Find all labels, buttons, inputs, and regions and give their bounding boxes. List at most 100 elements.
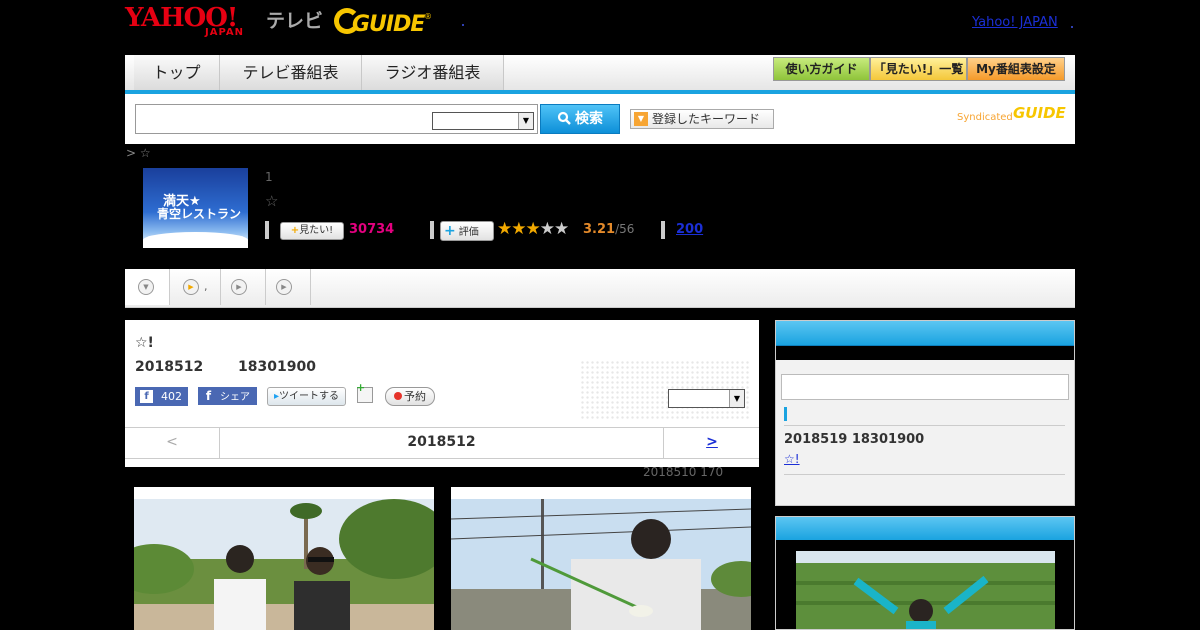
tab-episodes-label: , [204,280,208,293]
search-category-select[interactable]: ▼ [432,112,534,130]
tab-episodes[interactable]: ▶ , [170,269,221,305]
gguide-logo[interactable]: GUIDE [352,12,425,37]
rate-label: 評価 [458,227,479,238]
tab-overview[interactable]: ▼ [125,269,170,305]
play-icon: ▶ [276,279,292,295]
chevron-down-icon: ▼ [138,279,154,295]
update-info: 2018510 170 [643,465,724,479]
rating-value: 3.21 [583,222,616,237]
review-count-link[interactable]: 200 [676,222,703,237]
plus-icon: + [444,223,456,239]
program-tabs: ▼ ▶ , ▶ ▶ [125,269,1075,308]
tab-related[interactable]: ▶ [266,269,311,305]
watchlist-button[interactable]: 「見たい!」一覧 [870,57,967,81]
registered-keywords-button[interactable]: ▼ 登録したキーワード [630,109,774,129]
guide-button[interactable]: 使い方ガイド [773,57,870,81]
dropdown-arrow-icon: ▼ [518,113,533,129]
facebook-icon: f [205,389,212,403]
rating-count: /56 [615,222,635,236]
next-broadcast-box: 2018519 18301900 ☆! [775,320,1075,506]
stars-filled: ★★★ [497,219,541,239]
facebook-like-button[interactable]: f 402 [135,387,188,406]
sidebar-box-field[interactable] [781,374,1069,400]
search-icon [557,111,571,125]
want-to-watch-button[interactable]: +見たい! [280,222,344,240]
divider [784,425,1065,426]
facebook-share-button[interactable]: f シェア [198,387,257,405]
record-icon [394,392,402,400]
syndicated-label: Syndicated [957,112,1013,123]
episode-photo[interactable] [134,487,434,630]
episode-panel: ☆! 2018512 18301900 f 402 f シェア ▸ツイートする 予約… [125,320,759,467]
search-bar: ▼ 検索 ▼ 登録したキーワード Syndicated GUIDE [125,94,1075,144]
want-to-watch-label: 見たい! [299,225,334,236]
photo-scene-two-men [134,499,434,630]
episode-pager: < 2018512 > [125,427,759,459]
add-bookmark-icon[interactable] [356,381,373,403]
arrow-down-icon: ▼ [634,112,648,126]
divider [430,221,434,239]
main-nav: トップ テレビ番組表 ラジオ番組表 使い方ガイド 「見たい!」一覧 My番組表設… [125,55,1075,94]
divider [661,221,665,239]
next-broadcast-subheader [776,346,1074,360]
episode-title: ☆! [135,335,154,351]
stars-empty: ★★ [539,219,570,239]
yahoo-japan-logo-text: JAPAN [205,27,244,38]
nav-tab-top[interactable]: トップ [134,55,220,90]
episode-photo[interactable] [451,487,751,630]
star-rating-icon: ★★★★★ [497,219,570,239]
facebook-share-label: シェア [220,392,250,403]
next-broadcast-link[interactable]: ☆! [784,452,800,466]
dropdown-arrow-icon: ▼ [729,390,744,407]
divider [265,221,269,239]
facebook-like-count: 402 [161,390,182,403]
tv-logo-text[interactable]: テレビ [266,6,323,33]
sidebar-photo-box [775,516,1075,630]
pager-current-date: 2018512 [407,434,476,450]
play-icon: ▶ [231,279,247,295]
tweet-button[interactable]: ▸ツイートする [267,387,346,406]
next-broadcast-datetime: 2018519 18301900 [784,432,925,447]
rate-button[interactable]: + 評価 [440,221,494,241]
reserve-label: 予約 [404,390,426,403]
syndicated-gguide-logo: GUIDE [1013,104,1066,122]
plus-icon: + [290,225,300,236]
thumbnail-title-line2: 青空レストラン [157,207,242,221]
program-title: ☆ [265,192,279,210]
next-broadcast-header [776,321,1074,346]
photo-image [134,499,434,630]
nav-tab-radio-listings[interactable]: ラジオ番組表 [362,55,504,90]
nav-tab-tv-listings[interactable]: テレビ番組表 [220,55,362,90]
episode-date: 2018512 [135,359,204,375]
photo-scene-harvest [451,499,751,630]
section-accent-bar [784,407,787,421]
photo-scene-field [796,551,1055,629]
sidebar-photo-header [776,517,1074,540]
episode-time: 18301900 [238,359,316,375]
program-thumbnail[interactable]: 満天★ 青空レストラン [143,168,248,248]
registered-keywords-label: 登録したキーワード [652,112,761,126]
want-to-watch-count: 30734 [349,222,395,237]
search-button-label: 検索 [575,111,603,127]
rating-score: 3.21/56 [583,222,634,237]
facebook-icon: f [140,390,153,403]
episode-number: 1 [265,170,273,184]
reserve-button[interactable]: 予約 [385,387,435,406]
episode-select[interactable]: ▼ [668,389,745,408]
sidebar-photo[interactable] [796,551,1055,629]
pager-prev[interactable]: < [125,428,220,458]
yahoo-japan-link[interactable]: Yahoo! JAPAN [972,15,1058,30]
play-icon: ▶ [183,279,199,295]
pager-next[interactable]: > [663,428,760,458]
tab-cast[interactable]: ▶ [221,269,266,305]
header-separator-dot [1071,26,1073,28]
search-button[interactable]: 検索 [540,104,620,134]
breadcrumb[interactable]: > ☆ [126,146,151,160]
my-listings-settings-button[interactable]: My番組表設定 [967,57,1065,81]
divider [784,474,1065,475]
photo-image [451,499,751,630]
header-separator-dot [462,24,464,26]
thumbnail-cloud [143,232,248,248]
registered-mark: ® [424,12,432,21]
tweet-label: ツイートする [279,391,340,402]
